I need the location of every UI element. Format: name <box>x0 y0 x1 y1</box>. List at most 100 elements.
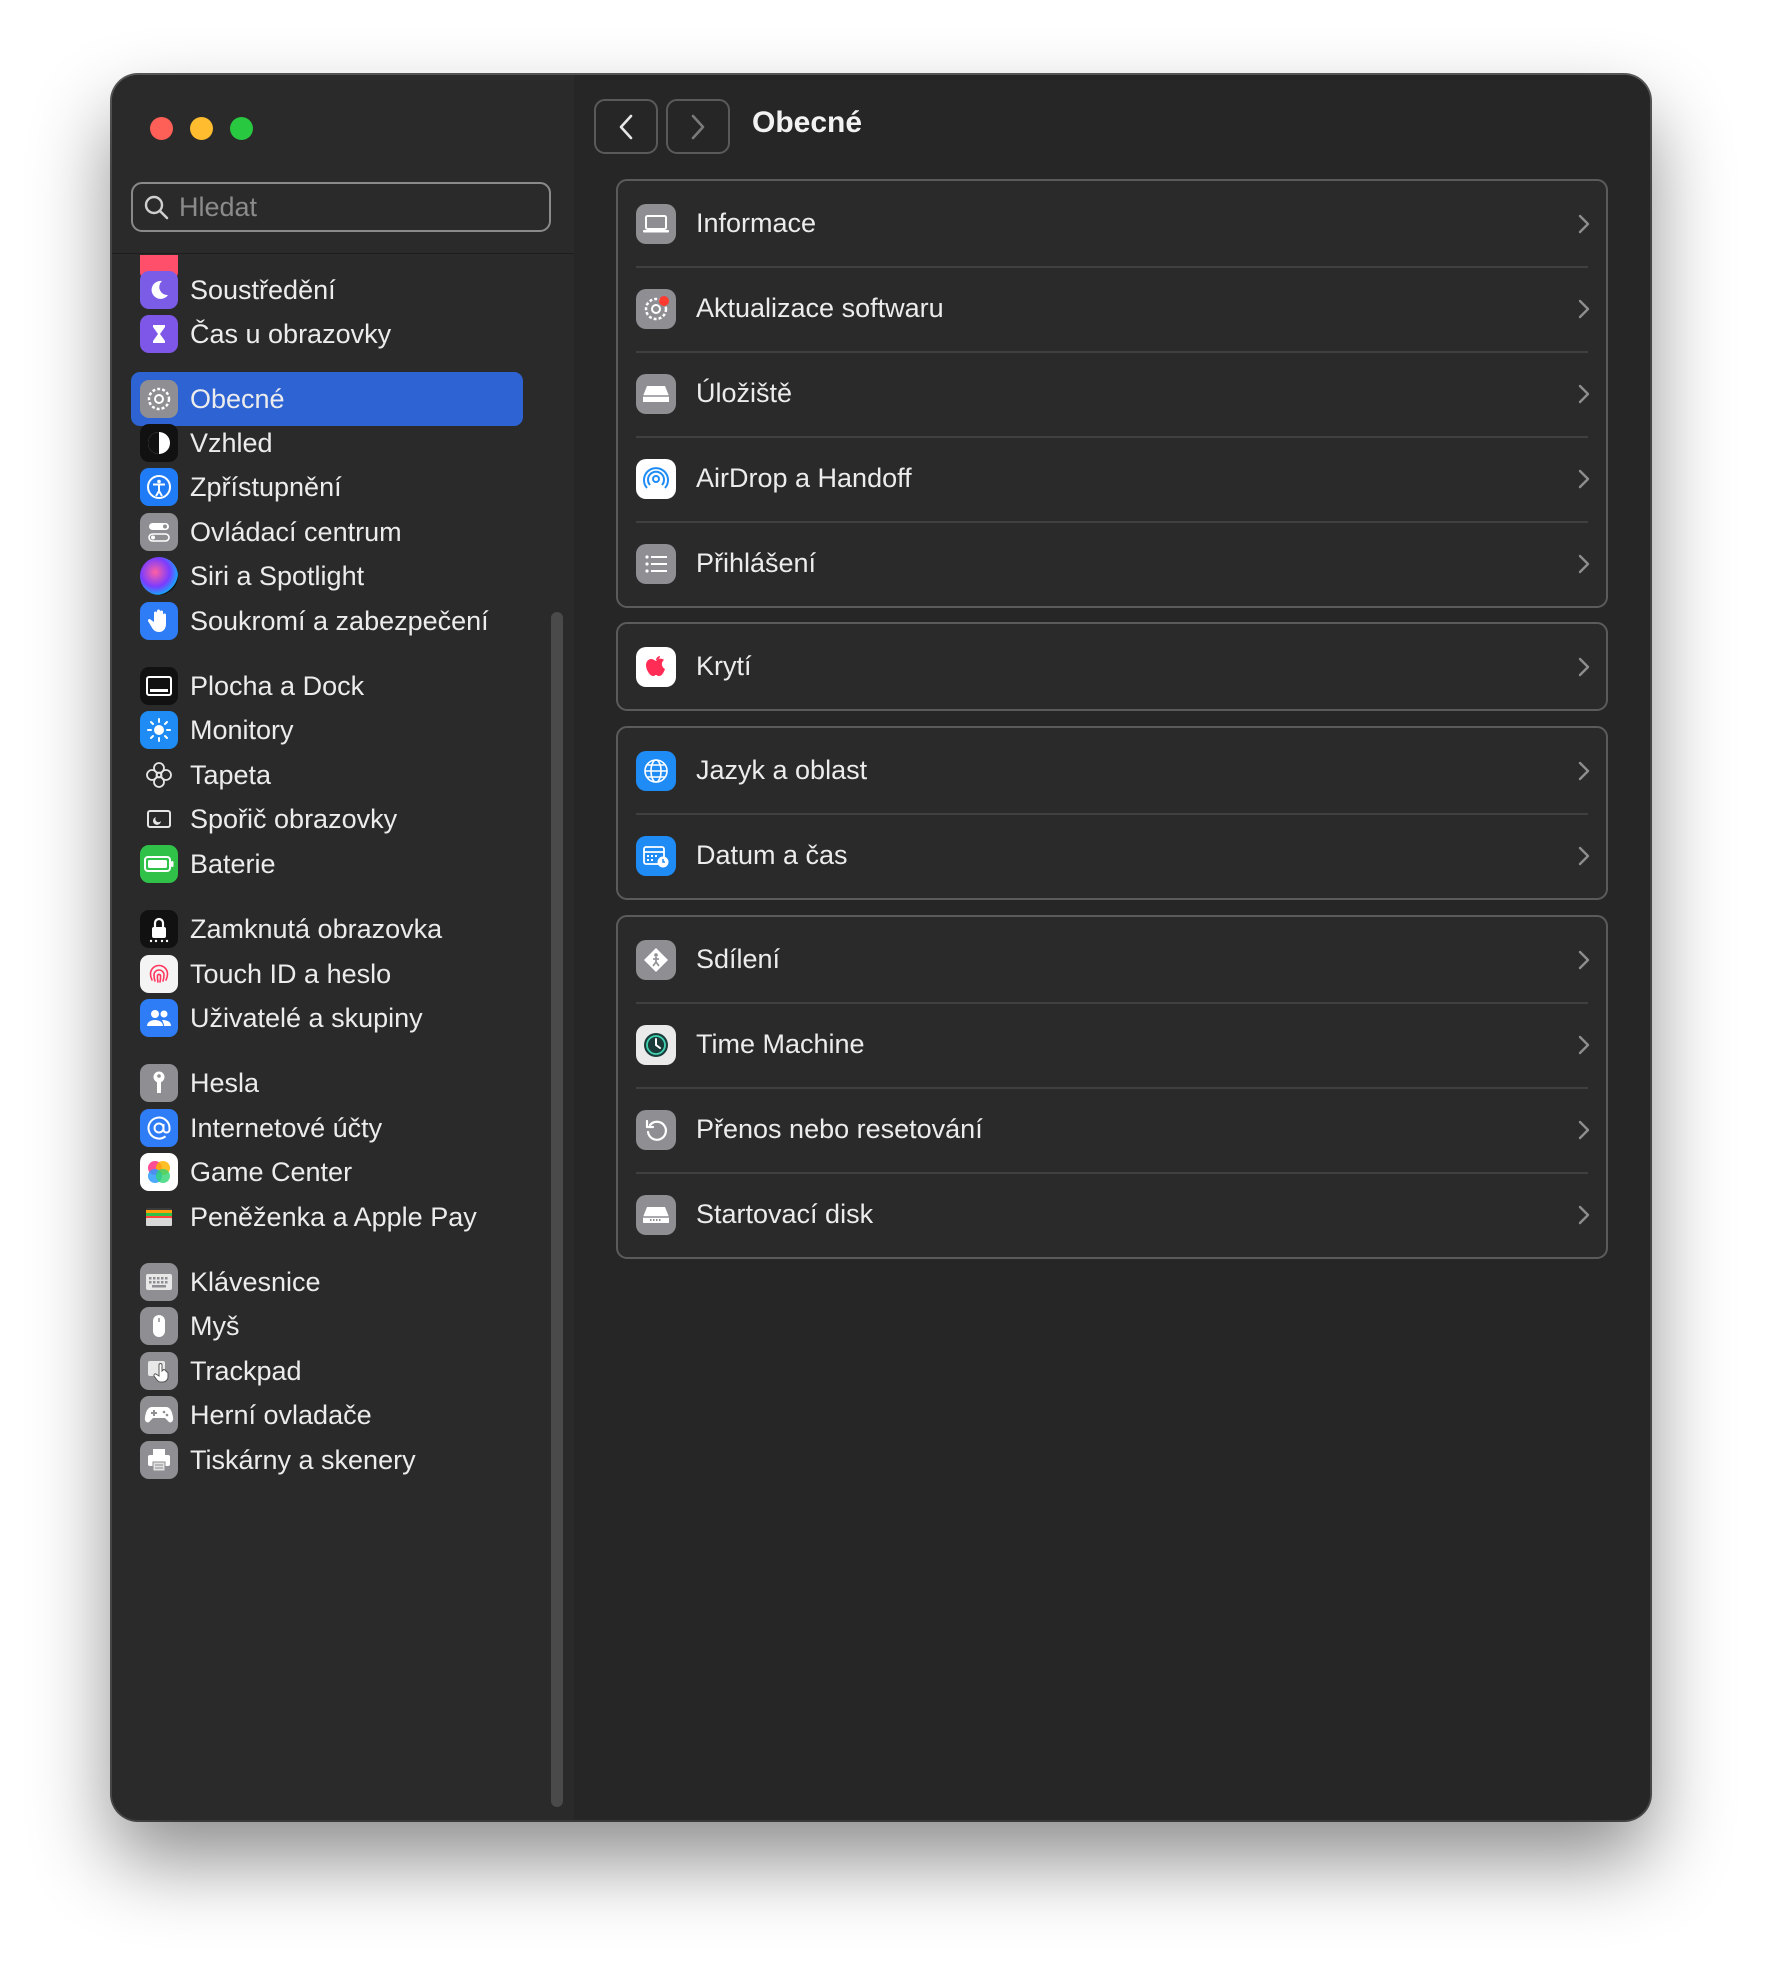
row-informace[interactable]: Informace <box>618 181 1606 266</box>
sharing-icon <box>636 939 676 980</box>
globe-icon <box>636 750 676 791</box>
battery-icon <box>140 845 178 883</box>
row-software-update[interactable]: Aktualizace softwaru <box>618 266 1606 351</box>
apple-icon <box>636 646 676 687</box>
chevron-right-icon <box>1578 299 1590 318</box>
chevron-right-icon <box>1578 846 1590 865</box>
row-label: Time Machine <box>696 1029 865 1059</box>
zoom-button[interactable] <box>230 117 253 140</box>
airdrop-icon <box>636 458 676 499</box>
main-pane: Obecné Informace Aktualizace softwaru Úl… <box>574 75 1650 1820</box>
sun-icon <box>140 711 178 749</box>
chevron-right-icon <box>1578 761 1590 780</box>
close-button[interactable] <box>150 117 173 140</box>
sidebar-item-label: Myš <box>190 1310 240 1341</box>
wallet-icon <box>140 1198 178 1236</box>
page-title: Obecné <box>752 106 863 139</box>
printer-icon <box>140 1441 178 1479</box>
screensaver-icon <box>140 800 178 838</box>
row-transfer-reset[interactable]: Přenos nebo resetování <box>618 1087 1606 1172</box>
sidebar-item-users[interactable]: Uživatelé a skupiny <box>131 991 523 1045</box>
forward-button[interactable] <box>666 99 730 154</box>
sidebar-item-label: Peněženka a Apple Pay <box>190 1201 477 1232</box>
laptop-icon <box>636 203 676 244</box>
row-coverage[interactable]: Krytí <box>618 624 1606 709</box>
appearance-icon <box>140 424 178 462</box>
row-time-machine[interactable]: Time Machine <box>618 1002 1606 1087</box>
row-label: Přihlášení <box>696 548 817 578</box>
sidebar-item-label: Siri a Spotlight <box>190 560 365 591</box>
sidebar-item-label: Herní ovladače <box>190 1399 372 1430</box>
gear-icon <box>140 380 178 418</box>
search-input[interactable] <box>177 190 521 224</box>
software-update-icon <box>636 288 676 329</box>
row-label: Krytí <box>696 651 752 681</box>
sidebar-item-label: Ovládací centrum <box>190 516 402 547</box>
sidebar-item-printers[interactable]: Tiskárny a skenery <box>131 1433 523 1487</box>
sidebar-item-label: Plocha a Dock <box>190 670 365 701</box>
search-box[interactable] <box>131 182 551 232</box>
accessibility-icon <box>140 468 178 506</box>
row-startup-disk[interactable]: Startovací disk <box>618 1172 1606 1257</box>
row-sharing[interactable]: Sdílení <box>618 917 1606 1002</box>
row-label: Datum a čas <box>696 840 848 870</box>
row-label: Aktualizace softwaru <box>696 293 944 323</box>
control-center-icon <box>140 513 178 551</box>
sidebar-item-label: Vzhled <box>190 427 273 458</box>
sidebar-item-label: Trackpad <box>190 1355 302 1386</box>
settings-group-4: Sdílení Time Machine Přenos nebo resetov… <box>616 915 1608 1259</box>
back-button[interactable] <box>594 99 658 154</box>
row-storage[interactable]: Úložiště <box>618 351 1606 436</box>
row-label: AirDrop a Handoff <box>696 463 912 493</box>
fingerprint-icon <box>140 955 178 993</box>
sidebar-item-label: Obecné <box>190 383 285 414</box>
sidebar-item-battery[interactable]: Baterie <box>131 837 523 891</box>
row-airdrop[interactable]: AirDrop a Handoff <box>618 436 1606 521</box>
sidebar-item-label: Monitory <box>190 714 294 745</box>
sidebar-item-label: Soukromí a zabezpečení <box>190 605 489 636</box>
moon-icon <box>140 271 178 309</box>
sidebar-item-screen-time[interactable]: Čas u obrazovky <box>131 307 523 361</box>
row-label: Informace <box>696 208 817 238</box>
sidebar-item-label: Klávesnice <box>190 1266 321 1297</box>
time-machine-icon <box>636 1024 676 1065</box>
sidebar: Soustředění Čas u obrazovky Obecné Vzhle… <box>112 75 576 1820</box>
flower-icon <box>140 756 178 794</box>
row-label: Jazyk a oblast <box>696 755 868 785</box>
hourglass-icon <box>140 315 178 353</box>
chevron-left-icon <box>619 114 633 139</box>
list-icon <box>636 543 676 584</box>
sidebar-item-label: Zpřístupnění <box>190 471 342 502</box>
calendar-clock-icon <box>636 835 676 876</box>
siri-icon <box>140 557 178 595</box>
gamepad-icon <box>140 1396 178 1434</box>
chevron-right-icon <box>1578 1205 1590 1224</box>
hand-icon <box>140 602 178 640</box>
settings-group-1: Informace Aktualizace softwaru Úložiště <box>616 179 1608 608</box>
sidebar-item-label: Zamknutá obrazovka <box>190 913 443 944</box>
sidebar-item-label: Tapeta <box>190 759 272 790</box>
sidebar-item-label: Baterie <box>190 848 276 879</box>
reset-icon <box>636 1109 676 1150</box>
sidebar-item-label: Hesla <box>190 1067 260 1098</box>
search-icon <box>144 195 169 220</box>
sidebar-item-wallet[interactable]: Peněženka a Apple Pay <box>131 1190 523 1244</box>
chevron-right-icon <box>1578 469 1590 488</box>
row-login[interactable]: Přihlášení <box>618 521 1606 606</box>
chevron-right-icon <box>1578 384 1590 403</box>
sidebar-item-privacy[interactable]: Soukromí a zabezpečení <box>131 594 523 648</box>
at-icon <box>140 1109 178 1147</box>
minimize-button[interactable] <box>190 117 213 140</box>
chevron-right-icon <box>1578 554 1590 573</box>
window-controls <box>150 117 253 140</box>
sidebar-item-label: Uživatelé a skupiny <box>190 1002 423 1033</box>
chevron-right-icon <box>1578 1120 1590 1139</box>
keyboard-icon <box>140 1263 178 1301</box>
settings-group-3: Jazyk a oblast Datum a čas <box>616 726 1608 900</box>
row-label: Sdílení <box>696 944 781 974</box>
startup-disk-icon <box>636 1194 676 1235</box>
row-language-region[interactable]: Jazyk a oblast <box>618 728 1606 813</box>
row-date-time[interactable]: Datum a čas <box>618 813 1606 898</box>
game-center-icon <box>140 1153 178 1191</box>
sidebar-scrollbar[interactable] <box>551 612 563 1807</box>
